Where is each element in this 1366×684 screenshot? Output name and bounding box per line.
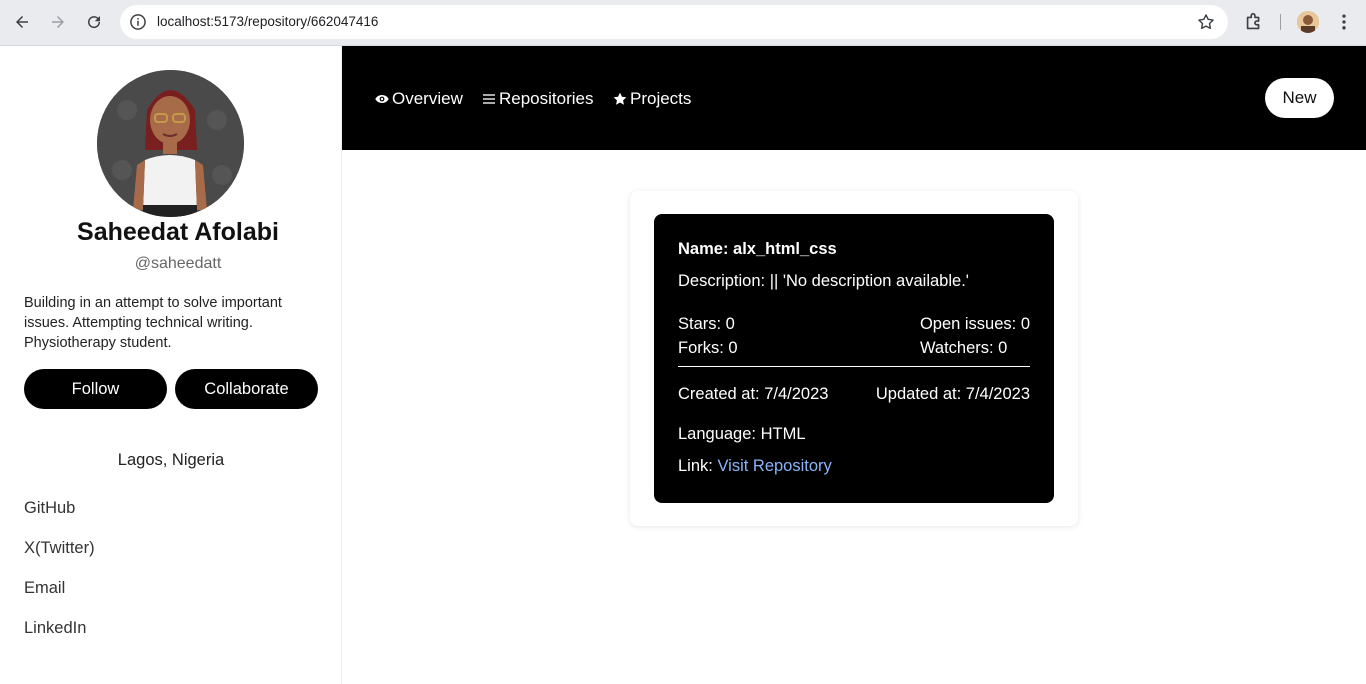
toolbar-divider bbox=[1280, 14, 1281, 30]
card-divider bbox=[678, 366, 1030, 367]
tab-repositories[interactable]: Repositories bbox=[481, 89, 594, 109]
repository-card: Name: alx_html_css Description: || 'No d… bbox=[654, 214, 1054, 503]
repo-created: Created at: 7/4/2023 bbox=[678, 385, 829, 403]
arrow-right-icon bbox=[52, 16, 64, 28]
repo-dates: Created at: 7/4/2023 Updated at: 7/4/202… bbox=[678, 385, 1030, 404]
repo-name: Name: alx_html_css bbox=[678, 240, 837, 258]
follow-button[interactable]: Follow bbox=[24, 369, 167, 409]
info-icon[interactable] bbox=[128, 12, 148, 32]
repo-stats-right: Open issues: 0 Watchers: 0 bbox=[920, 312, 1030, 360]
tab-projects[interactable]: Projects bbox=[612, 89, 691, 109]
arrow-left-icon bbox=[16, 16, 28, 28]
repo-updated: Updated at: 7/4/2023 bbox=[875, 385, 1030, 403]
browser-toolbar: localhost:5173/repository/662047416 bbox=[0, 0, 1366, 46]
repo-description: Description: || 'No description availabl… bbox=[678, 272, 969, 290]
profile-face-icon bbox=[1297, 11, 1319, 33]
avatar bbox=[97, 70, 244, 217]
list-icon bbox=[483, 94, 495, 104]
reload-icon bbox=[88, 16, 101, 29]
star-icon bbox=[613, 92, 627, 105]
eye-icon bbox=[375, 95, 389, 103]
profile-handle: @saheedatt bbox=[134, 255, 222, 272]
twitter-link[interactable]: X(Twitter) bbox=[24, 539, 95, 558]
repo-watchers: Watchers: 0 bbox=[919, 339, 1008, 357]
new-button[interactable]: New bbox=[1265, 78, 1334, 118]
tab-overview-label: Overview bbox=[392, 89, 463, 108]
extensions-puzzle-icon[interactable] bbox=[1243, 11, 1265, 33]
bookmark-star-icon[interactable] bbox=[1196, 12, 1216, 32]
collaborate-button[interactable]: Collaborate bbox=[175, 369, 318, 409]
top-nav: Overview Repositories Projects New bbox=[342, 46, 1366, 150]
email-link[interactable]: Email bbox=[24, 579, 65, 598]
repo-open-issues: Open issues: 0 bbox=[919, 315, 1030, 333]
repo-language: Language: HTML bbox=[678, 425, 806, 443]
url-text[interactable]: localhost:5173/repository/662047416 bbox=[157, 14, 378, 29]
profile-sidebar: Saheedat Afolabi @saheedatt Building in … bbox=[0, 46, 342, 684]
repo-link-row: Link: Visit Repository bbox=[678, 457, 1030, 476]
repository-card-container: Name: alx_html_css Description: || 'No d… bbox=[630, 191, 1078, 526]
profile-bio: Building in an attempt to solve importan… bbox=[24, 295, 282, 351]
tab-repositories-label: Repositories bbox=[499, 89, 594, 108]
back-button[interactable] bbox=[8, 8, 36, 36]
linkedin-link[interactable]: LinkedIn bbox=[24, 619, 86, 638]
repo-forks: Forks: 0 bbox=[678, 339, 738, 357]
visit-repository-link[interactable]: Visit Repository bbox=[717, 457, 831, 475]
address-bar[interactable]: localhost:5173/repository/662047416 bbox=[120, 5, 1228, 39]
avatar-illustration bbox=[97, 70, 244, 217]
tab-projects-label: Projects bbox=[630, 89, 692, 108]
more-menu-icon[interactable] bbox=[1334, 12, 1354, 32]
repo-stars: Stars: 0 bbox=[678, 315, 735, 333]
profile-location: Lagos, Nigeria bbox=[117, 451, 225, 469]
profile-name: Saheedat Afolabi bbox=[77, 218, 279, 246]
reload-button[interactable] bbox=[80, 8, 108, 36]
repo-stats: Stars: 0 Forks: 0 Open issues: 0 Watcher… bbox=[678, 312, 1030, 360]
tab-overview[interactable]: Overview bbox=[374, 89, 463, 109]
repo-stats-left: Stars: 0 Forks: 0 bbox=[678, 312, 738, 360]
browser-profile-avatar[interactable] bbox=[1297, 11, 1319, 33]
github-link[interactable]: GitHub bbox=[24, 499, 75, 518]
repo-link-prefix: Link: bbox=[678, 457, 713, 475]
forward-button[interactable] bbox=[44, 8, 72, 36]
